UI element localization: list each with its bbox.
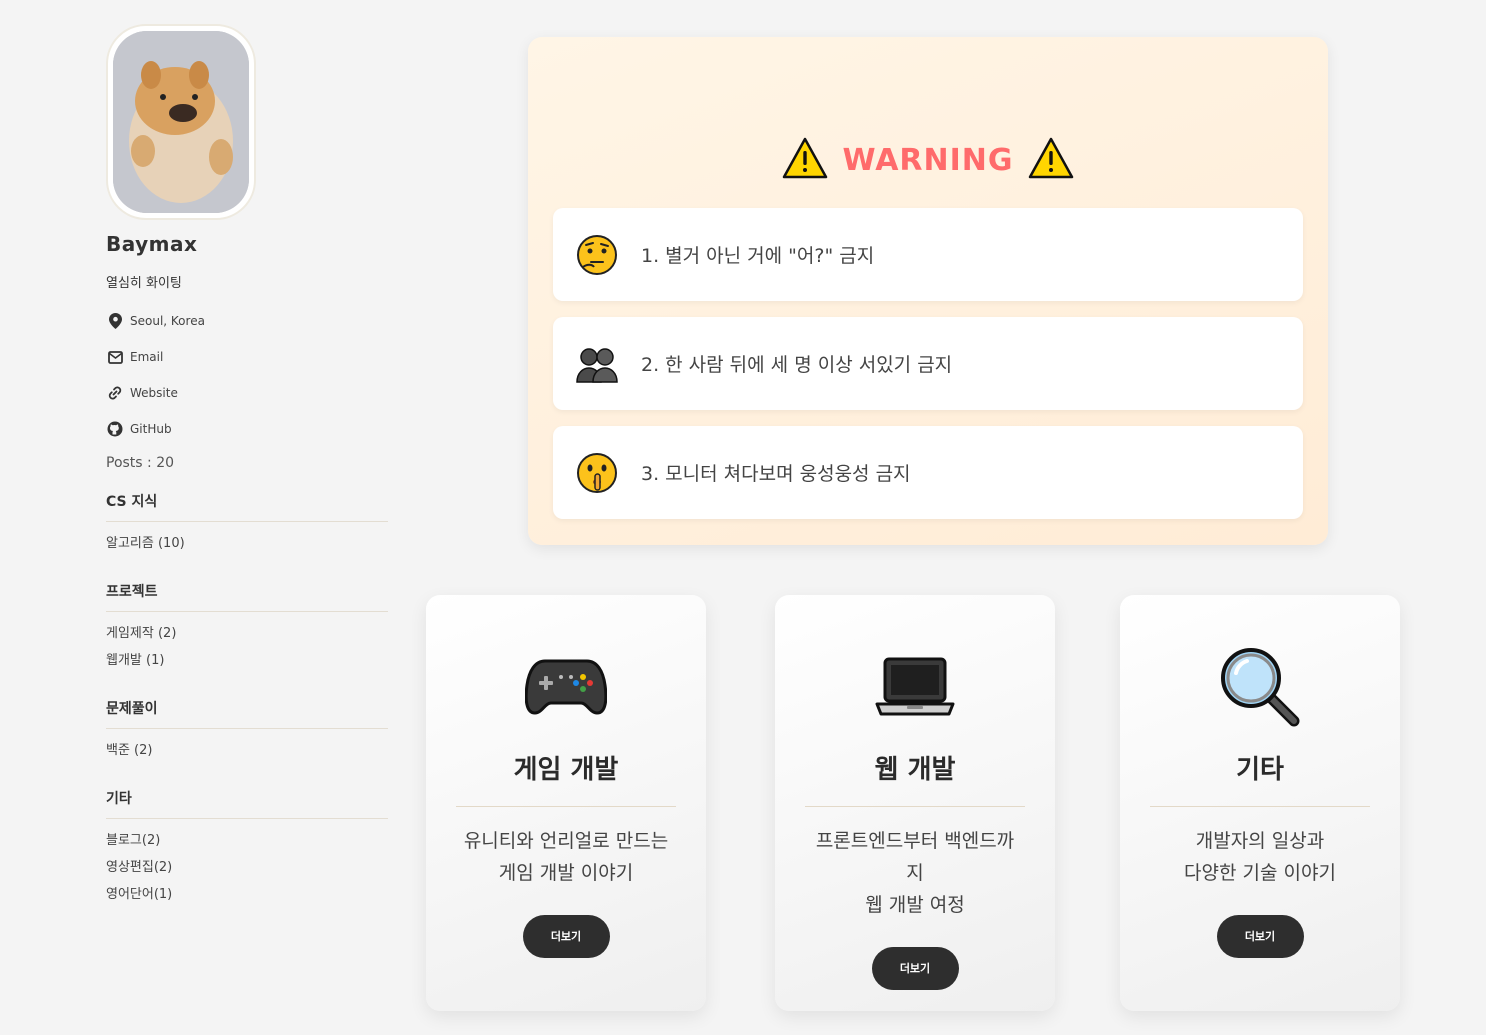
warning-header: WARNING	[528, 137, 1328, 183]
category-title[interactable]: 문제풀이	[106, 698, 388, 729]
game-dev-card[interactable]: 게임 개발 유니티와 언리얼로 만드는 게임 개발 이야기 더보기	[426, 595, 706, 1011]
magnifier-icon	[1218, 645, 1302, 729]
more-button[interactable]: 더보기	[1216, 915, 1304, 958]
card-desc-line: 지	[906, 862, 924, 884]
link-icon	[106, 384, 124, 402]
card-description: 프론트엔드부터 백엔드까 지 웹 개발 여정	[805, 825, 1025, 921]
laptop-icon	[873, 645, 957, 729]
more-button[interactable]: 더보기	[522, 915, 610, 958]
category-cs: CS 지식 알고리즘 (10)	[106, 491, 388, 561]
warning-sign-icon	[782, 137, 828, 183]
rule-item: 1. 별거 아닌 거에 "어?" 금지	[553, 208, 1303, 301]
card-description: 개발자의 일상과 다양한 기술 이야기	[1150, 825, 1370, 889]
author-name: Baymax	[106, 232, 198, 256]
rule-text: 1. 별거 아닌 거에 "어?" 금지	[641, 245, 875, 267]
email-icon	[106, 348, 124, 366]
warning-title: WARNING	[842, 142, 1014, 178]
category-title[interactable]: CS 지식	[106, 491, 388, 522]
category-item[interactable]: 블로그(2)	[106, 831, 388, 858]
thinking-face-icon	[575, 233, 619, 277]
card-desc-line: 개발자의 일상과	[1195, 830, 1325, 852]
email-link[interactable]: Email	[106, 347, 388, 367]
warning-card: WARNING 1. 별거 아닌 거에 "어?" 금지 2. 한 사람 뒤에 세…	[528, 37, 1328, 545]
email-label: Email	[130, 350, 164, 364]
rule-text: 3. 모니터 쳐다보며 웅성웅성 금지	[641, 463, 911, 485]
category-title[interactable]: 프로젝트	[106, 581, 388, 612]
card-title: 기타	[1236, 755, 1284, 785]
warning-sign-icon	[1028, 137, 1074, 183]
website-label: Website	[130, 386, 178, 400]
sidebar: Baymax 열심히 화이팅 Seoul, Korea Email Websit…	[106, 24, 388, 912]
card-divider	[805, 806, 1025, 807]
card-desc-line: 웹 개발 여정	[865, 894, 965, 916]
category-title[interactable]: 기타	[106, 788, 388, 819]
avatar-photo	[113, 31, 249, 213]
location-link[interactable]: Seoul, Korea	[106, 311, 388, 331]
card-desc-line: 다양한 기술 이야기	[1184, 862, 1336, 884]
category-item[interactable]: 게임제작 (2)	[106, 624, 388, 651]
profile-links: Seoul, Korea Email Website GitHub	[106, 311, 388, 439]
map-pin-icon	[106, 312, 124, 330]
category-item[interactable]: 영상편집(2)	[106, 858, 388, 885]
card-description: 유니티와 언리얼로 만드는 게임 개발 이야기	[456, 825, 676, 889]
category-project: 프로젝트 게임제작 (2) 웹개발 (1)	[106, 581, 388, 678]
rule-item: 3. 모니터 쳐다보며 웅성웅성 금지	[553, 426, 1303, 519]
github-link[interactable]: GitHub	[106, 419, 388, 439]
card-divider	[456, 806, 676, 807]
author-bio: 열심히 화이팅	[106, 276, 182, 291]
rule-item: 2. 한 사람 뒤에 세 명 이상 서있기 금지	[553, 317, 1303, 410]
avatar[interactable]	[106, 24, 256, 220]
card-desc-line: 프론트엔드부터 백엔드까	[815, 830, 1015, 852]
category-item[interactable]: 알고리즘 (10)	[106, 534, 388, 561]
posts-count: Posts : 20	[106, 455, 175, 471]
location-label: Seoul, Korea	[130, 314, 205, 328]
website-link[interactable]: Website	[106, 383, 388, 403]
gamepad-icon	[524, 645, 608, 729]
people-silhouette-icon	[575, 342, 619, 386]
category-etc: 기타 블로그(2) 영상편집(2) 영어단어(1)	[106, 788, 388, 912]
card-desc-line: 게임 개발 이야기	[498, 862, 634, 884]
web-dev-card[interactable]: 웹 개발 프론트엔드부터 백엔드까 지 웹 개발 여정 더보기	[775, 595, 1055, 1011]
category-problems: 문제풀이 백준 (2)	[106, 698, 388, 768]
category-item[interactable]: 웹개발 (1)	[106, 651, 388, 678]
card-divider	[1150, 806, 1370, 807]
github-icon	[106, 420, 124, 438]
github-label: GitHub	[130, 422, 172, 436]
category-item[interactable]: 백준 (2)	[106, 741, 388, 768]
card-title: 게임 개발	[513, 755, 619, 785]
etc-card[interactable]: 기타 개발자의 일상과 다양한 기술 이야기 더보기	[1120, 595, 1400, 1011]
card-desc-line: 유니티와 언리얼로 만드는	[463, 830, 669, 852]
more-button[interactable]: 더보기	[871, 947, 959, 990]
rule-text: 2. 한 사람 뒤에 세 명 이상 서있기 금지	[641, 354, 953, 376]
shushing-face-icon	[575, 451, 619, 495]
category-item[interactable]: 영어단어(1)	[106, 885, 388, 912]
card-title: 웹 개발	[874, 755, 956, 785]
